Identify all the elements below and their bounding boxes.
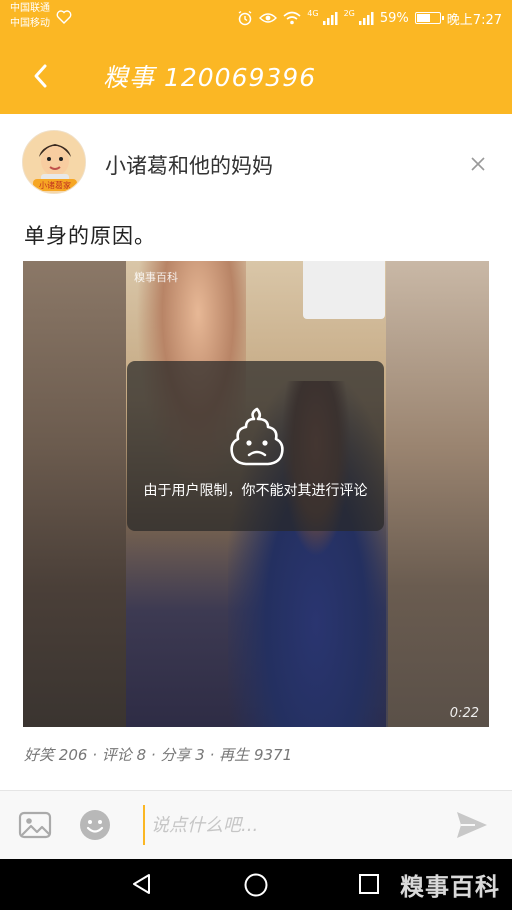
post-stats: 好笑 206 · 评论 8 · 分享 3 · 再生 9371 xyxy=(24,744,292,765)
battery-fill xyxy=(416,14,430,22)
close-icon[interactable] xyxy=(468,154,488,174)
comment-input[interactable] xyxy=(143,805,443,845)
nav-home-icon[interactable] xyxy=(243,872,269,898)
video-player[interactable]: 糗事百科 由于用户限制，你不能对其进行评论 0:22 xyxy=(23,261,489,727)
heart-icon xyxy=(56,10,72,24)
restriction-message: 由于用户限制，你不能对其进行评论 xyxy=(143,483,368,499)
funny-label: 好笑 xyxy=(24,746,55,764)
signal-icon-1 xyxy=(322,12,338,25)
comment-label: 评论 xyxy=(101,746,132,764)
eye-icon xyxy=(259,13,278,23)
stats-separator: · xyxy=(209,746,215,764)
sad-poop-icon xyxy=(230,407,284,466)
status-bar: 中国联通 中国移动 4G 2G 59% 晚上7:27 xyxy=(0,0,512,36)
battery-icon xyxy=(414,12,444,24)
alarm-icon xyxy=(238,10,252,26)
nav-recent-icon[interactable] xyxy=(358,873,380,895)
send-icon[interactable] xyxy=(455,809,489,841)
network-tag-2: 2G xyxy=(343,8,355,18)
clock: 晚上7:27 xyxy=(446,12,502,28)
video-duration: 0:22 xyxy=(449,706,479,721)
stats-separator: · xyxy=(92,746,97,764)
chevron-left-icon xyxy=(34,64,47,88)
page-title: 糗事 120069396 xyxy=(103,63,317,92)
wifi-icon xyxy=(283,11,301,25)
replay-count: 9371 xyxy=(253,746,293,764)
comment-count: 8 xyxy=(136,746,147,764)
video-watermark: 糗事百科 xyxy=(134,271,178,284)
title-bar: 糗事 120069396 xyxy=(0,36,512,114)
author-name[interactable]: 小诸葛和他的妈妈 xyxy=(105,150,273,180)
emoji-icon[interactable] xyxy=(79,809,111,841)
replay-label: 再生 xyxy=(219,746,250,764)
video-blur-left xyxy=(23,261,126,727)
funny-count: 206 xyxy=(58,746,88,764)
avatar-cartoon: 小诸葛家 xyxy=(23,131,85,193)
share-count: 3 xyxy=(195,746,205,764)
post-text: 单身的原因。 xyxy=(24,224,156,248)
carrier-2: 中国移动 xyxy=(10,18,50,29)
stats-separator: · xyxy=(150,746,156,764)
comment-bar xyxy=(0,791,512,859)
carrier-1: 中国联通 xyxy=(10,3,50,14)
nav-back-icon[interactable] xyxy=(130,872,154,896)
svg-text:小诸葛家: 小诸葛家 xyxy=(39,180,71,190)
app-watermark: 糗事百科 xyxy=(400,873,500,901)
system-nav-bar: 糗事百科 xyxy=(0,859,512,910)
network-tag-1: 4G xyxy=(307,8,319,18)
image-icon[interactable] xyxy=(18,810,52,840)
battery-text: 59% xyxy=(379,10,409,26)
restriction-overlay: 由于用户限制，你不能对其进行评论 xyxy=(127,361,384,531)
status-icons: 4G 2G 59% 晚上7:27 xyxy=(237,8,502,28)
share-label: 分享 xyxy=(160,746,191,764)
video-blur-right xyxy=(386,261,489,727)
avatar[interactable]: 小诸葛家 xyxy=(22,130,86,194)
signal-icon-2 xyxy=(358,12,374,25)
back-button[interactable] xyxy=(20,56,60,96)
post-header: 小诸葛家 小诸葛和他的妈妈 xyxy=(0,114,512,214)
air-conditioner xyxy=(303,261,385,319)
